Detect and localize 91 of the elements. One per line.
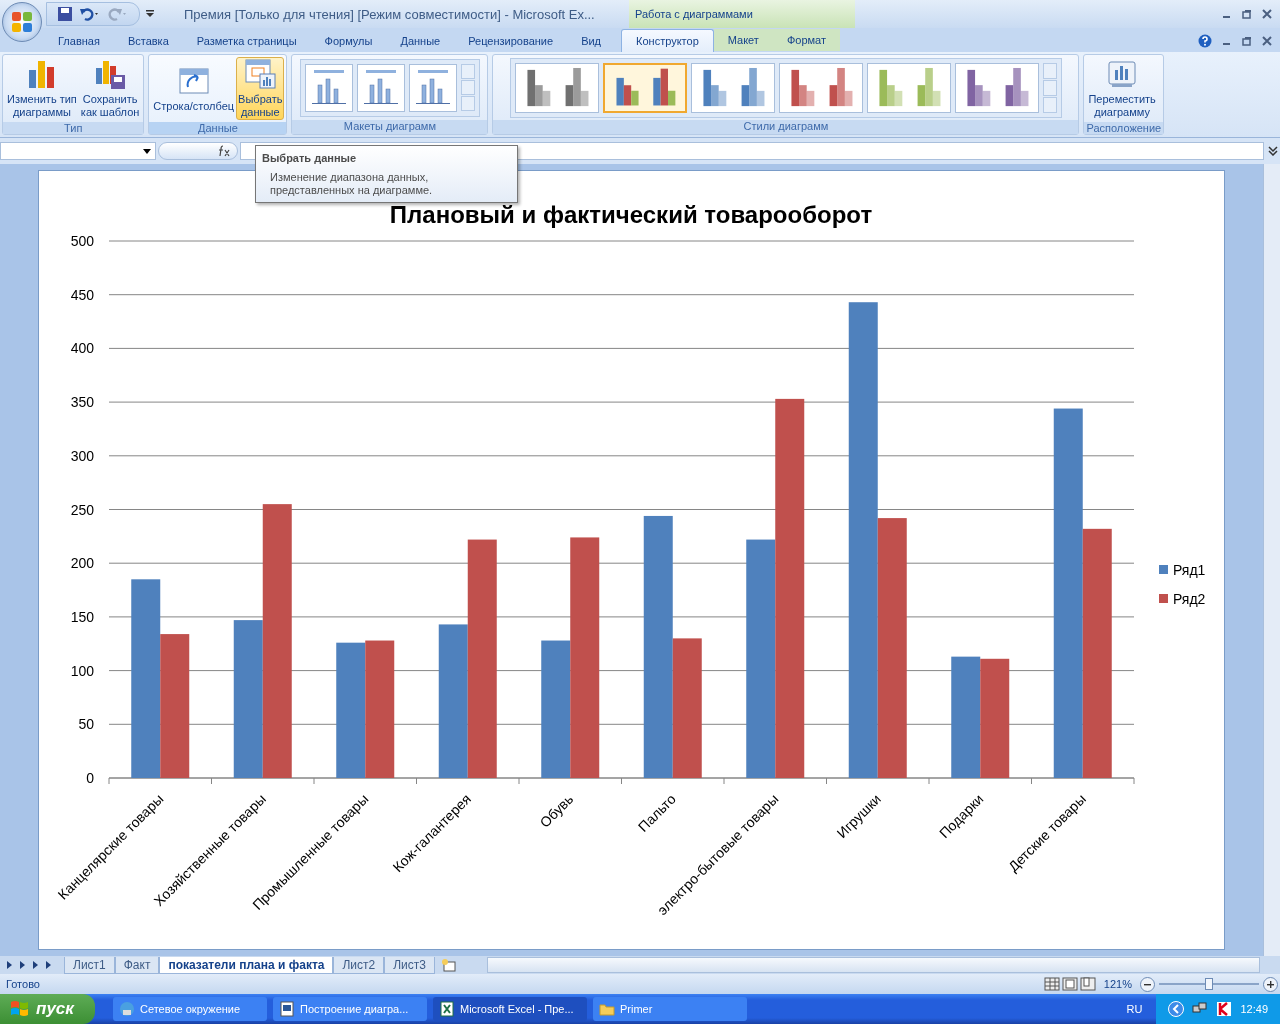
sheet-tab[interactable]: Лист1	[64, 956, 115, 974]
language-indicator[interactable]: RU	[1126, 1003, 1143, 1015]
legend-label: Ряд2	[1173, 591, 1206, 607]
taskbar-button[interactable]: Primer	[593, 997, 747, 1021]
zoom-thumb[interactable]	[1205, 978, 1213, 990]
chart-style-thumbnail[interactable]	[602, 62, 687, 113]
close-icon[interactable]	[1262, 36, 1272, 46]
ribbon-tab[interactable]: Рецензирование	[454, 30, 568, 52]
ribbon-button[interactable]: Изменить тип диаграммы	[5, 57, 79, 120]
taskbar-button[interactable]: Построение диагра...	[273, 997, 427, 1021]
spreadsheet-icon	[439, 1001, 455, 1017]
axis-tick-label: 300	[70, 447, 94, 464]
group-label: Расположение	[1084, 122, 1164, 134]
page-break-icon[interactable]	[1079, 977, 1096, 991]
axis-tick-label: 500	[70, 233, 94, 249]
axis-tick-label: 400	[70, 340, 94, 357]
chart-style-thumbnail[interactable]	[778, 62, 863, 113]
ribbon-tab[interactable]: Данные	[386, 30, 455, 52]
vertical-scrollbar[interactable]	[1263, 164, 1280, 956]
dropdown-arrow-icon[interactable]	[143, 148, 151, 154]
sheet-tab[interactable]: показатели плана и факта	[159, 956, 334, 974]
tooltip-title: Выбрать данные	[262, 152, 358, 164]
axis-tick-label: 50	[78, 716, 94, 733]
close-icon[interactable]	[1262, 9, 1272, 19]
chevron-left-icon[interactable]	[1168, 1001, 1185, 1017]
expand-icon[interactable]	[1268, 146, 1278, 156]
axis-tick-label: 150	[70, 608, 94, 625]
chart-layout-thumbnail[interactable]	[304, 63, 353, 112]
plus-icon	[1267, 980, 1274, 988]
axis-tick-label: 350	[70, 394, 94, 411]
undo-icon[interactable]	[79, 6, 101, 22]
ribbon-tab[interactable]: Вид	[567, 30, 616, 52]
chart-layout-thumbnail[interactable]	[356, 63, 405, 112]
ribbon-button[interactable]: Сохранить как шаблон	[78, 57, 142, 120]
group-label: Тип	[3, 122, 144, 134]
window-title: Премия [Только для чтения] [Режим совместимости] - Microsoft Ex...	[184, 6, 596, 22]
customize-toolbar-icon[interactable]	[146, 10, 154, 18]
ribbon-tab[interactable]: Формат	[772, 29, 840, 51]
antivirus-icon[interactable]	[1216, 1001, 1233, 1017]
sheet-tab[interactable]: Лист3	[384, 956, 435, 974]
zoom-in-button[interactable]	[1263, 976, 1278, 992]
axis-tick-label: 0	[86, 770, 94, 786]
taskbar-button[interactable]: Сетевое окружение	[113, 997, 267, 1021]
horizontal-scrollbar[interactable]	[486, 957, 1260, 973]
chart-style-thumbnail[interactable]	[954, 62, 1039, 113]
ribbon-tab[interactable]: Главная	[44, 30, 114, 52]
chart-save-icon	[94, 58, 127, 90]
sheet-tab[interactable]: Факт	[114, 956, 160, 974]
zoom-level[interactable]: 121%	[1103, 978, 1132, 990]
zoom-out-button[interactable]	[1140, 976, 1155, 992]
folder-icon	[599, 1001, 615, 1017]
tooltip-text: Изменение диапазона данных, представленных на диаграмме.	[269, 171, 434, 197]
move-chart-icon	[1106, 58, 1139, 90]
restore-icon[interactable]	[1242, 36, 1252, 46]
ribbon-tab[interactable]: Конструктор	[621, 29, 714, 52]
document-icon	[279, 1001, 295, 1017]
ribbon-tab[interactable]: Разметка страницы	[182, 30, 311, 52]
new-sheet-icon[interactable]	[440, 958, 457, 972]
help-icon[interactable]	[1198, 34, 1212, 48]
legend-label: Ряд1	[1173, 562, 1206, 578]
select-data-icon	[244, 58, 277, 90]
ribbon-button[interactable]: Выбрать данные	[236, 57, 285, 120]
axis-tick-label: 450	[70, 286, 94, 303]
chart-style-thumbnail[interactable]	[514, 62, 599, 113]
status-text: Готово	[6, 978, 40, 990]
save-icon[interactable]	[57, 6, 73, 22]
chart-style-thumbnail[interactable]	[866, 62, 951, 113]
ribbon-tab[interactable]: Вставка	[113, 30, 183, 52]
ribbon-tab[interactable]: Формулы	[310, 30, 387, 52]
chart-layout-thumbnail[interactable]	[408, 63, 457, 112]
four-squares-icon	[10, 10, 34, 34]
normal-view-icon[interactable]	[1043, 977, 1060, 991]
chart-style-thumbnail[interactable]	[690, 62, 775, 113]
taskbar-button[interactable]: Microsoft Excel - Пре...	[433, 997, 587, 1021]
group-label: Данные	[149, 122, 287, 134]
context-title: Работа с диаграммами	[629, 0, 855, 28]
chart[interactable]	[38, 170, 1225, 950]
ribbon-tab[interactable]: Макет	[713, 29, 773, 51]
flag-icon	[10, 1000, 30, 1018]
axis-tick-label: 100	[70, 662, 94, 679]
ribbon-button[interactable]: Строка/столбец	[151, 57, 237, 120]
axis-tick-label: 200	[70, 555, 94, 572]
group-label: Стили диаграмм	[493, 120, 1079, 134]
page-layout-icon[interactable]	[1061, 977, 1078, 991]
group-label: Макеты диаграмм	[292, 120, 488, 134]
sheet-tab[interactable]: Лист2	[333, 956, 385, 974]
chart-title: Плановый и фактический товарооборот	[389, 201, 873, 228]
axis-tick-label: 250	[70, 501, 94, 518]
function-icon[interactable]	[217, 145, 231, 157]
ribbon-button[interactable]: Переместить диаграмму	[1086, 57, 1158, 120]
restore-icon[interactable]	[1242, 9, 1252, 19]
